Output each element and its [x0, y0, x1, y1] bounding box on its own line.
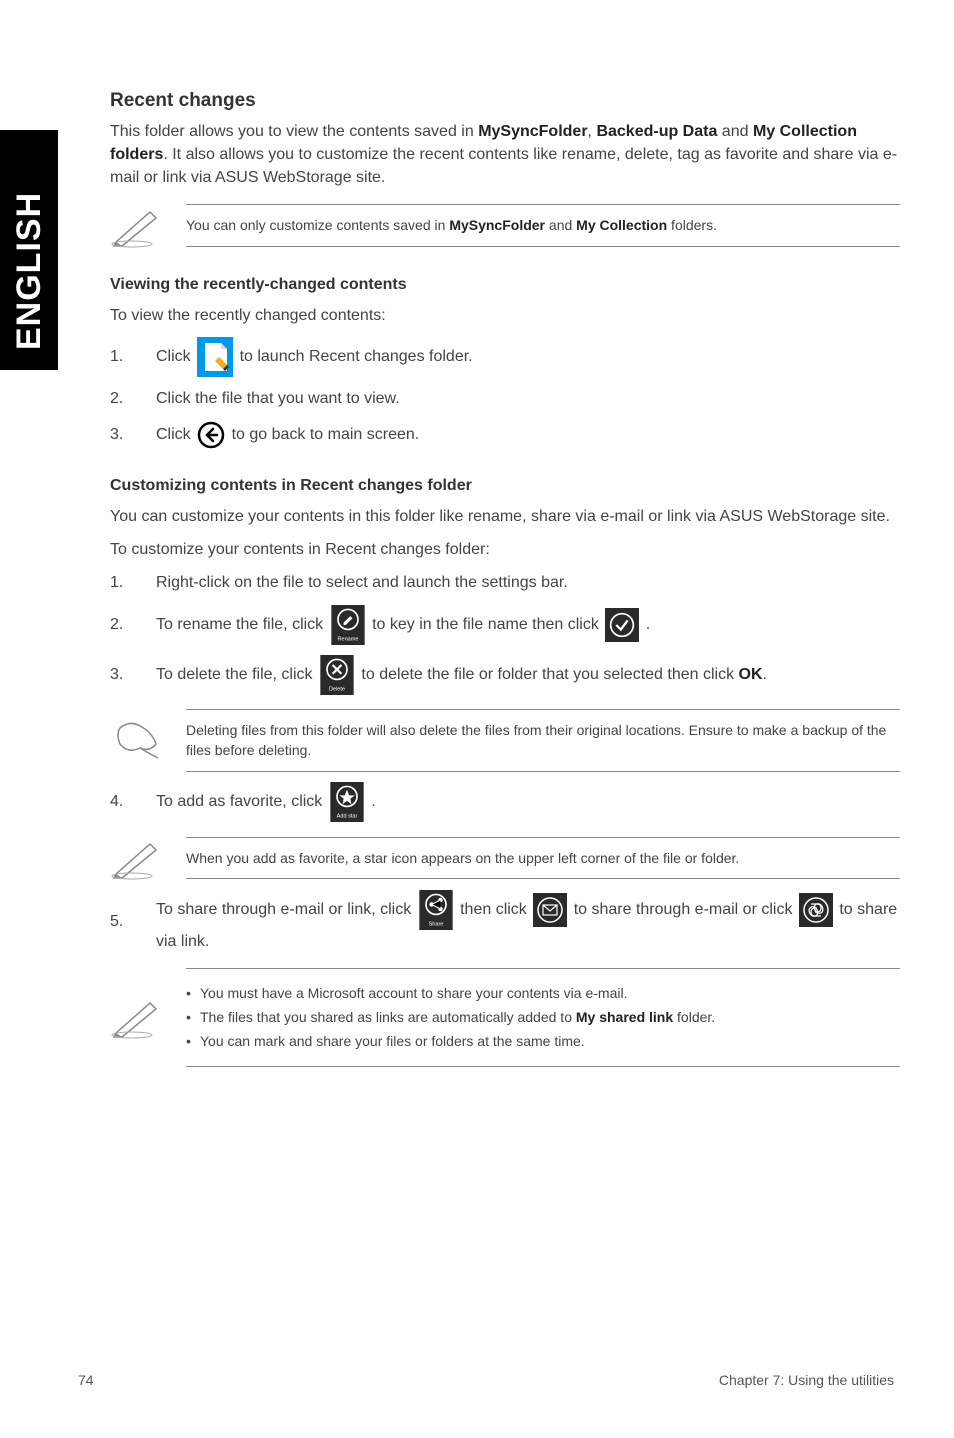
- text: . It also allows you to customize the re…: [110, 146, 897, 186]
- note-box: You can only customize contents saved in…: [110, 204, 900, 248]
- bold-text: OK: [739, 666, 763, 683]
- step-3: 3. To delete the file, click Delete to d…: [110, 655, 900, 695]
- step-body: To add as favorite, click Add star .: [156, 782, 900, 822]
- step-number: 5.: [110, 910, 128, 934]
- bold-text: Backed-up Data: [596, 123, 717, 140]
- note-box: When you add as favorite, a star icon ap…: [110, 836, 900, 880]
- text: You can only customize contents saved in: [186, 217, 449, 233]
- page-content: Recent changes This folder allows you to…: [110, 90, 900, 1075]
- note-text: Deleting files from this folder will als…: [186, 709, 900, 772]
- page-footer: 74 Chapter 7: Using the utilities: [78, 1372, 894, 1388]
- step-number: 1.: [110, 345, 128, 369]
- steps-viewing: 1. Click to launch Recent changes folder…: [110, 337, 900, 449]
- text: and: [545, 217, 576, 233]
- bold-text: MySyncFolder: [478, 123, 587, 140]
- lead-text: To view the recently changed contents:: [110, 304, 900, 327]
- text: .: [646, 616, 650, 633]
- text: .: [371, 793, 375, 810]
- text: To delete the file, click: [156, 666, 317, 683]
- text: then click: [460, 901, 531, 918]
- page-number: 74: [78, 1372, 94, 1388]
- step-number: 3.: [110, 663, 128, 687]
- step-body: Click the file that you want to view.: [156, 387, 900, 411]
- note-bullet: The files that you shared as links are a…: [186, 1007, 900, 1027]
- language-label: ENGLISH: [10, 150, 49, 350]
- note-text: You must have a Microsoft account to sha…: [186, 968, 900, 1067]
- step-number: 3.: [110, 423, 128, 447]
- step-body: To rename the file, click Rename to key …: [156, 605, 900, 645]
- text: folder.: [673, 1009, 715, 1025]
- svg-text:Add star: Add star: [336, 813, 357, 819]
- lead-text: You can customize your contents in this …: [110, 505, 900, 528]
- text: to go back to main screen.: [232, 426, 420, 443]
- add-star-icon: Add star: [329, 782, 365, 822]
- back-arrow-icon: [197, 421, 225, 449]
- text: Click: [156, 426, 195, 443]
- step-4: 4. To add as favorite, click Add star .: [110, 782, 900, 822]
- steps-customizing: 1. Right-click on the file to select and…: [110, 571, 900, 695]
- step-2: 2. To rename the file, click Rename to k…: [110, 605, 900, 645]
- step-body: To share through e-mail or link, click S…: [156, 890, 900, 954]
- pencil-note-icon: [110, 204, 166, 248]
- pencil-note-icon: [110, 836, 166, 880]
- text: and: [717, 123, 753, 140]
- step-5: 5. To share through e-mail or link, clic…: [110, 890, 900, 954]
- subheading-customizing: Customizing contents in Recent changes f…: [110, 477, 900, 495]
- step-number: 1.: [110, 571, 128, 595]
- step-body: Click to launch Recent changes folder.: [156, 337, 900, 377]
- text: to delete the file or folder that you se…: [361, 666, 738, 683]
- text: To share through e-mail or link, click: [156, 901, 416, 918]
- hand-warning-icon: [110, 718, 166, 762]
- link-icon: [799, 893, 833, 927]
- step-body: Click to go back to main screen.: [156, 421, 900, 449]
- text: This folder allows you to view the conte…: [110, 123, 478, 140]
- rename-icon: Rename: [330, 605, 366, 645]
- svg-text:Share: Share: [428, 921, 443, 927]
- note-bullet: You must have a Microsoft account to sha…: [186, 983, 900, 1003]
- note-box: You must have a Microsoft account to sha…: [110, 968, 900, 1067]
- step-body: Right-click on the file to select and la…: [156, 571, 900, 595]
- step-number: 2.: [110, 387, 128, 411]
- section-title: Recent changes: [110, 90, 900, 112]
- intro-paragraph: This folder allows you to view the conte…: [110, 120, 900, 190]
- language-side-tab: ENGLISH: [0, 130, 58, 370]
- step-body: To delete the file, click Delete to dele…: [156, 655, 900, 695]
- delete-icon: Delete: [319, 655, 355, 695]
- note-text: When you add as favorite, a star icon ap…: [186, 837, 900, 879]
- svg-text:Delete: Delete: [329, 687, 345, 693]
- steps-continued-2: 5. To share through e-mail or link, clic…: [110, 890, 900, 954]
- text: Click: [156, 348, 195, 365]
- bold-text: My shared link: [576, 1009, 673, 1025]
- bold-text: MySyncFolder: [449, 217, 545, 233]
- recent-changes-folder-icon: [197, 337, 233, 377]
- bold-text: My Collection: [576, 217, 667, 233]
- step-1: 1. Click to launch Recent changes folder…: [110, 337, 900, 377]
- note-text: You can only customize contents saved in…: [186, 204, 900, 246]
- text: To add as favorite, click: [156, 793, 327, 810]
- step-1: 1. Right-click on the file to select and…: [110, 571, 900, 595]
- svg-text:Rename: Rename: [337, 637, 358, 643]
- text: The files that you shared as links are a…: [200, 1009, 576, 1025]
- text: .: [763, 666, 767, 683]
- text: to key in the file name then click: [372, 616, 603, 633]
- steps-continued: 4. To add as favorite, click Add star .: [110, 782, 900, 822]
- chapter-label: Chapter 7: Using the utilities: [719, 1372, 894, 1388]
- email-icon: [533, 893, 567, 927]
- subheading-viewing: Viewing the recently-changed contents: [110, 276, 900, 294]
- share-icon: Share: [418, 890, 454, 930]
- confirm-check-icon: [605, 608, 639, 642]
- pencil-note-icon: [110, 995, 166, 1039]
- note-bullet: You can mark and share your files or fol…: [186, 1031, 900, 1051]
- step-2: 2. Click the file that you want to view.: [110, 387, 900, 411]
- text: To rename the file, click: [156, 616, 328, 633]
- text: folders.: [667, 217, 717, 233]
- step-3: 3. Click to go back to main screen.: [110, 421, 900, 449]
- text: to share through e-mail or click: [574, 901, 797, 918]
- note-box: Deleting files from this folder will als…: [110, 709, 900, 772]
- text: to launch Recent changes folder.: [240, 348, 473, 365]
- step-number: 4.: [110, 790, 128, 814]
- lead-text-2: To customize your contents in Recent cha…: [110, 538, 900, 561]
- step-number: 2.: [110, 613, 128, 637]
